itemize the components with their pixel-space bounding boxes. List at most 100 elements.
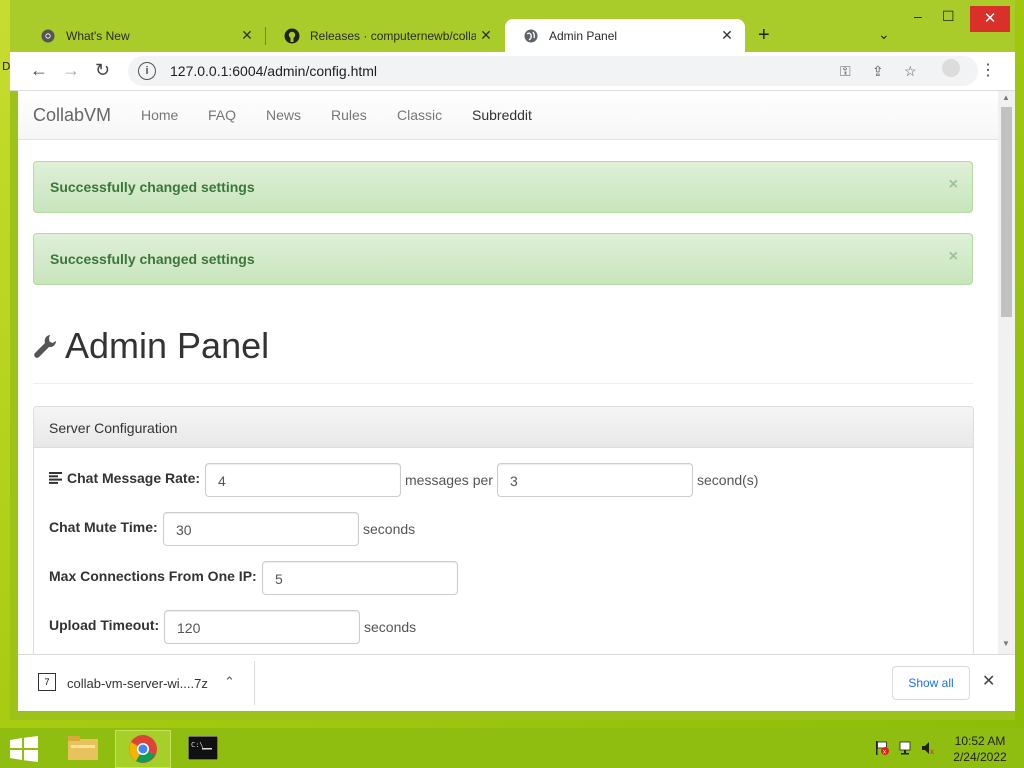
browser-window: What's New ✕ Releases · computernewb/col… <box>10 0 1015 720</box>
upload-timeout-label-text: Upload Timeout: <box>49 617 160 633</box>
back-arrow-icon[interactable]: ← <box>30 60 48 81</box>
server-config-panel: Server Configuration Chat Message Rate: … <box>33 406 974 654</box>
tab-strip: What's New ✕ Releases · computernewb/col… <box>10 0 1015 52</box>
scrollbar-thumb[interactable] <box>1001 107 1012 317</box>
chrome-taskbar-icon[interactable] <box>115 730 171 768</box>
file-explorer-icon[interactable] <box>56 730 110 766</box>
minimize-button[interactable]: – <box>914 8 922 24</box>
alert-message: Successfully changed settings <box>50 179 255 195</box>
page-content: CollabVM Home FAQ News Rules Classic Sub… <box>18 91 998 654</box>
page-title-text: Admin Panel <box>65 325 270 366</box>
close-window-button[interactable]: ✕ <box>970 6 1010 32</box>
success-alert: Successfully changed settings × <box>33 161 973 213</box>
input-value: 30 <box>176 522 192 538</box>
system-clock[interactable]: 10:52 AM 2/24/2022 <box>950 733 1010 765</box>
panel-heading: Server Configuration <box>34 407 973 448</box>
mute-time-label: Chat Mute Time: <box>49 519 158 535</box>
chevron-up-icon[interactable]: ⌃ <box>224 674 235 690</box>
taskbar: C:\ x x 10:52 AM 2/24/2022 <box>0 728 1024 768</box>
nav-home[interactable]: Home <box>141 107 178 123</box>
bookmark-star-icon[interactable]: ☆ <box>904 63 917 80</box>
success-alert: Successfully changed settings × <box>33 233 973 285</box>
wrench-icon <box>33 333 57 359</box>
download-bar: 7 collab-vm-server-wi....7z ⌃ Show all ✕ <box>18 654 1015 711</box>
volume-muted-icon[interactable]: x <box>921 740 937 759</box>
chrome-icon <box>40 28 56 44</box>
scroll-down-icon[interactable]: ▼ <box>1002 639 1010 648</box>
divider <box>254 661 255 705</box>
nav-subreddit[interactable]: Subreddit <box>472 107 532 123</box>
action-center-flag-icon[interactable]: x <box>874 740 890 759</box>
clock-date: 2/24/2022 <box>953 750 1007 764</box>
chat-rate-seconds-input[interactable]: 3 <box>497 463 693 497</box>
nav-rules[interactable]: Rules <box>331 107 367 123</box>
max-connections-label: Max Connections From One IP: <box>49 568 257 584</box>
archive-file-icon: 7 <box>38 673 56 691</box>
browser-toolbar: ← → ↻ i 127.0.0.1:6004/admin/config.html… <box>10 52 1015 91</box>
chat-rate-label: Chat Message Rate: <box>49 470 200 486</box>
tab-label: Admin Panel <box>549 28 618 43</box>
profile-avatar-icon[interactable] <box>942 59 960 77</box>
align-left-icon <box>49 472 62 484</box>
tab-search-chevron-icon[interactable]: ⌄ <box>878 26 890 43</box>
reload-icon[interactable]: ↻ <box>95 60 110 81</box>
share-icon[interactable]: ⇪ <box>872 63 884 80</box>
alert-close-button[interactable]: × <box>949 248 958 266</box>
github-icon <box>284 28 300 44</box>
maximize-button[interactable]: ☐ <box>942 8 955 25</box>
download-filename[interactable]: collab-vm-server-wi....7z <box>67 676 208 691</box>
tab-close-button[interactable]: ✕ <box>476 27 496 44</box>
upload-timeout-input[interactable]: 120 <box>164 610 360 644</box>
chat-rate-label-text: Chat Message Rate: <box>67 470 201 486</box>
scroll-up-icon[interactable]: ▲ <box>1002 93 1010 102</box>
site-info-icon[interactable]: i <box>138 62 156 80</box>
tab-label: What's New <box>66 28 130 43</box>
new-tab-button[interactable]: + <box>758 24 770 47</box>
windows-start-icon[interactable] <box>10 736 38 767</box>
page-title: Admin Panel <box>33 325 269 367</box>
svg-text:x: x <box>930 747 934 756</box>
chat-rate-messages-input[interactable]: 4 <box>205 463 401 497</box>
tab-close-button[interactable]: ✕ <box>237 27 257 44</box>
input-value: 5 <box>275 571 283 587</box>
clock-time: 10:52 AM <box>954 734 1006 748</box>
svg-text:C:\: C:\ <box>191 741 204 749</box>
messages-per-text: messages per <box>405 472 493 488</box>
address-bar[interactable]: i 127.0.0.1:6004/admin/config.html ⚿ ⇪ ☆ <box>128 56 978 86</box>
max-connections-input[interactable]: 5 <box>262 561 458 595</box>
max-connections-label-text: Max Connections From One IP: <box>49 568 257 584</box>
divider <box>33 383 973 384</box>
mute-time-input[interactable]: 30 <box>163 512 359 546</box>
show-all-button[interactable]: Show all <box>892 666 970 700</box>
input-value: 3 <box>510 473 518 489</box>
nav-faq[interactable]: FAQ <box>208 107 236 123</box>
command-prompt-icon[interactable]: C:\ <box>176 730 230 766</box>
menu-kebab-icon[interactable]: ⋮ <box>980 60 996 80</box>
tab-label: Releases · computernewb/collab <box>310 28 476 43</box>
tab-admin-panel[interactable]: Admin Panel ✕ <box>505 19 745 52</box>
globe-icon <box>523 28 539 44</box>
panel-heading-text: Server Configuration <box>49 420 178 436</box>
tab-close-button[interactable]: ✕ <box>717 27 737 44</box>
network-icon[interactable] <box>898 740 914 759</box>
nav-classic[interactable]: Classic <box>397 107 442 123</box>
nav-news[interactable]: News <box>266 107 301 123</box>
key-icon[interactable]: ⚿ <box>840 63 851 80</box>
forward-arrow-icon[interactable]: → <box>62 60 80 81</box>
svg-text:x: x <box>883 750 886 756</box>
seconds-suffix: second(s) <box>697 472 759 488</box>
tab-whats-new[interactable]: What's New ✕ <box>22 19 265 52</box>
mute-time-label-text: Chat Mute Time: <box>49 519 158 535</box>
site-brand[interactable]: CollabVM <box>33 105 111 126</box>
url-text: 127.0.0.1:6004/admin/config.html <box>170 63 378 79</box>
seconds-suffix: seconds <box>363 521 416 537</box>
page-scrollbar[interactable]: ▲ ▼ <box>998 91 1015 654</box>
tab-releases[interactable]: Releases · computernewb/collab ✕ <box>266 19 504 52</box>
input-value: 120 <box>177 620 201 636</box>
alert-close-button[interactable]: × <box>949 176 958 194</box>
site-navbar: CollabVM Home FAQ News Rules Classic Sub… <box>18 91 998 140</box>
seconds-suffix: seconds <box>364 619 417 635</box>
alert-message: Successfully changed settings <box>50 251 255 267</box>
input-value: 4 <box>218 473 226 489</box>
download-bar-close-button[interactable]: ✕ <box>982 671 995 691</box>
